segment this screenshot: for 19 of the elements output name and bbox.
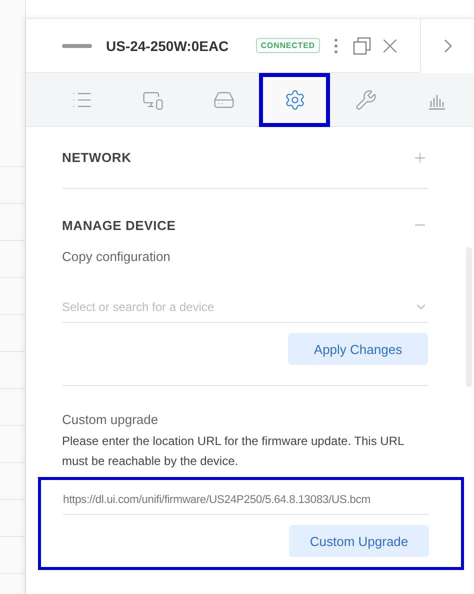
drive-icon: [212, 89, 234, 111]
custom-upgrade-button[interactable]: Custom Upgrade: [289, 525, 429, 557]
panel-tab[interactable]: [259, 73, 330, 127]
upgrade-description: Please enter the location URL for the firmware update. This URL must be reachable by the device.: [62, 433, 405, 470]
chevron-right-icon: [444, 38, 452, 52]
custom-upgrade-label: Custom upgrade: [62, 412, 160, 427]
next-button[interactable]: [420, 18, 474, 72]
device-icon: [62, 44, 92, 48]
apply-changes-button[interactable]: Apply Changes: [288, 333, 428, 365]
section-title: MANAGE DEVICE: [62, 218, 176, 232]
url-field[interactable]: https://dl.ui.com/unifi/firmware/US24P250/5.64.8.13083/US.bcm: [63, 492, 429, 515]
settings-icon: [284, 89, 306, 111]
wrench-icon: [354, 89, 376, 111]
device-name: US-24-250W:0EAC: [106, 38, 229, 54]
window-icon[interactable]: [352, 36, 372, 56]
devices-icon: [142, 89, 164, 111]
status-badge: CONNECTED: [256, 38, 320, 53]
copy-config-label: Copy configuration: [62, 249, 172, 264]
section-title: NETWORK: [62, 150, 132, 165]
